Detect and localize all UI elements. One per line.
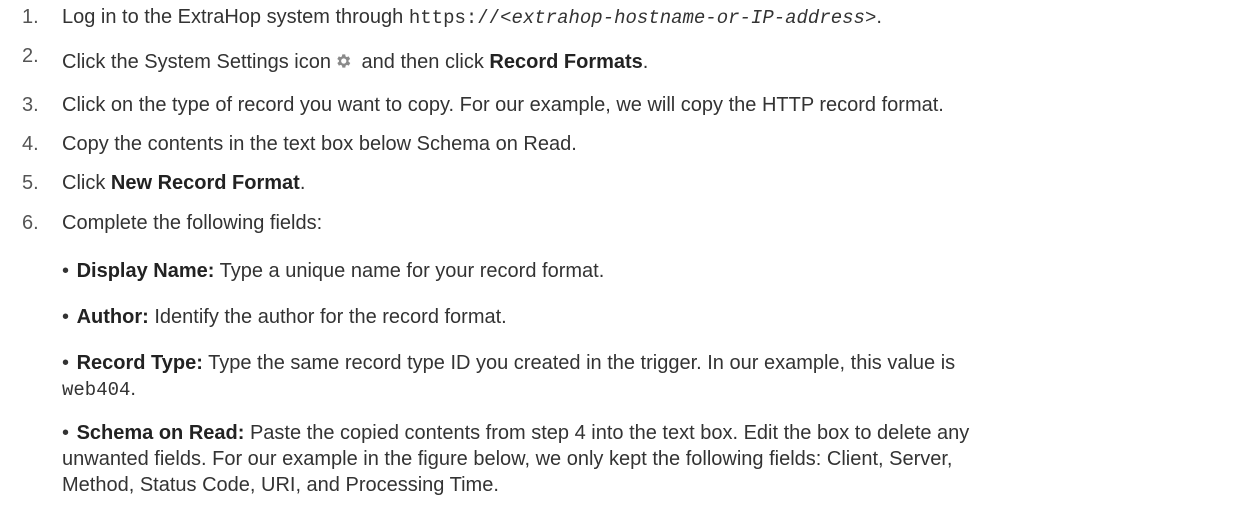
field-description-line-3: Method, Status Code, URI, and Processing…	[62, 474, 499, 496]
step-text: Click the System Settings icon and then …	[62, 51, 648, 76]
field-record-type: • Record Type: Type the same record type…	[62, 350, 1242, 403]
record-type-code: web404	[62, 379, 131, 401]
field-description: Type a unique name for your record forma…	[214, 260, 605, 282]
field-description: Type the same record type ID you created…	[202, 352, 956, 374]
field-label: Record Type:	[76, 352, 203, 374]
step-number: 1.	[22, 6, 39, 28]
field-label: Author:	[76, 306, 149, 328]
field-author: • Author: Identify the author for the re…	[62, 304, 1242, 330]
url-prefix: https://	[408, 7, 501, 29]
field-label: Display Name:	[76, 260, 215, 282]
bullet: •	[62, 352, 70, 374]
step-number: 5.	[22, 172, 39, 194]
step-number: 6.	[22, 212, 39, 234]
bullet: •	[62, 422, 70, 444]
step-2-mid: and then click	[356, 51, 490, 73]
step-2-period: .	[642, 51, 649, 73]
step-5-period: .	[299, 172, 306, 194]
field-description: Paste the copied contents from step 4 in…	[244, 422, 970, 444]
step-text: Copy the contents in the text box below …	[62, 133, 577, 155]
field-display-name: • Display Name: Type a unique name for y…	[62, 258, 1242, 284]
field-description: Identify the author for the record forma…	[148, 306, 507, 328]
new-record-format-link: New Record Format	[110, 172, 300, 194]
field-label: Schema on Read:	[76, 422, 245, 444]
step-number: 4.	[22, 133, 39, 155]
step-1-text: Log in to the ExtraHop system through	[62, 6, 409, 28]
step-2-text: Click the System Settings icon	[62, 51, 331, 73]
step-text: Complete the following fields:	[62, 212, 323, 234]
bullet: •	[62, 260, 70, 282]
step-text: Click on the type of record you want to …	[62, 94, 944, 116]
step-1-period: .	[876, 6, 882, 28]
url-hostname: <extrahop-hostname-or-IP-address>	[500, 7, 877, 29]
step-text: Click New Record Format.	[62, 172, 305, 195]
field-description-line-2: unwanted fields. For our example in the …	[62, 448, 953, 470]
bullet: •	[62, 306, 70, 328]
step-text: Log in to the ExtraHop system through ht…	[62, 6, 882, 29]
step-5-text: Click	[62, 172, 111, 194]
record-formats-link: Record Formats	[489, 51, 643, 73]
step-number: 2.	[22, 45, 39, 67]
field-period: .	[130, 378, 136, 400]
field-schema-on-read: • Schema on Read: Paste the copied conte…	[62, 420, 1242, 498]
gear-icon	[334, 52, 352, 76]
step-number: 3.	[22, 94, 39, 116]
